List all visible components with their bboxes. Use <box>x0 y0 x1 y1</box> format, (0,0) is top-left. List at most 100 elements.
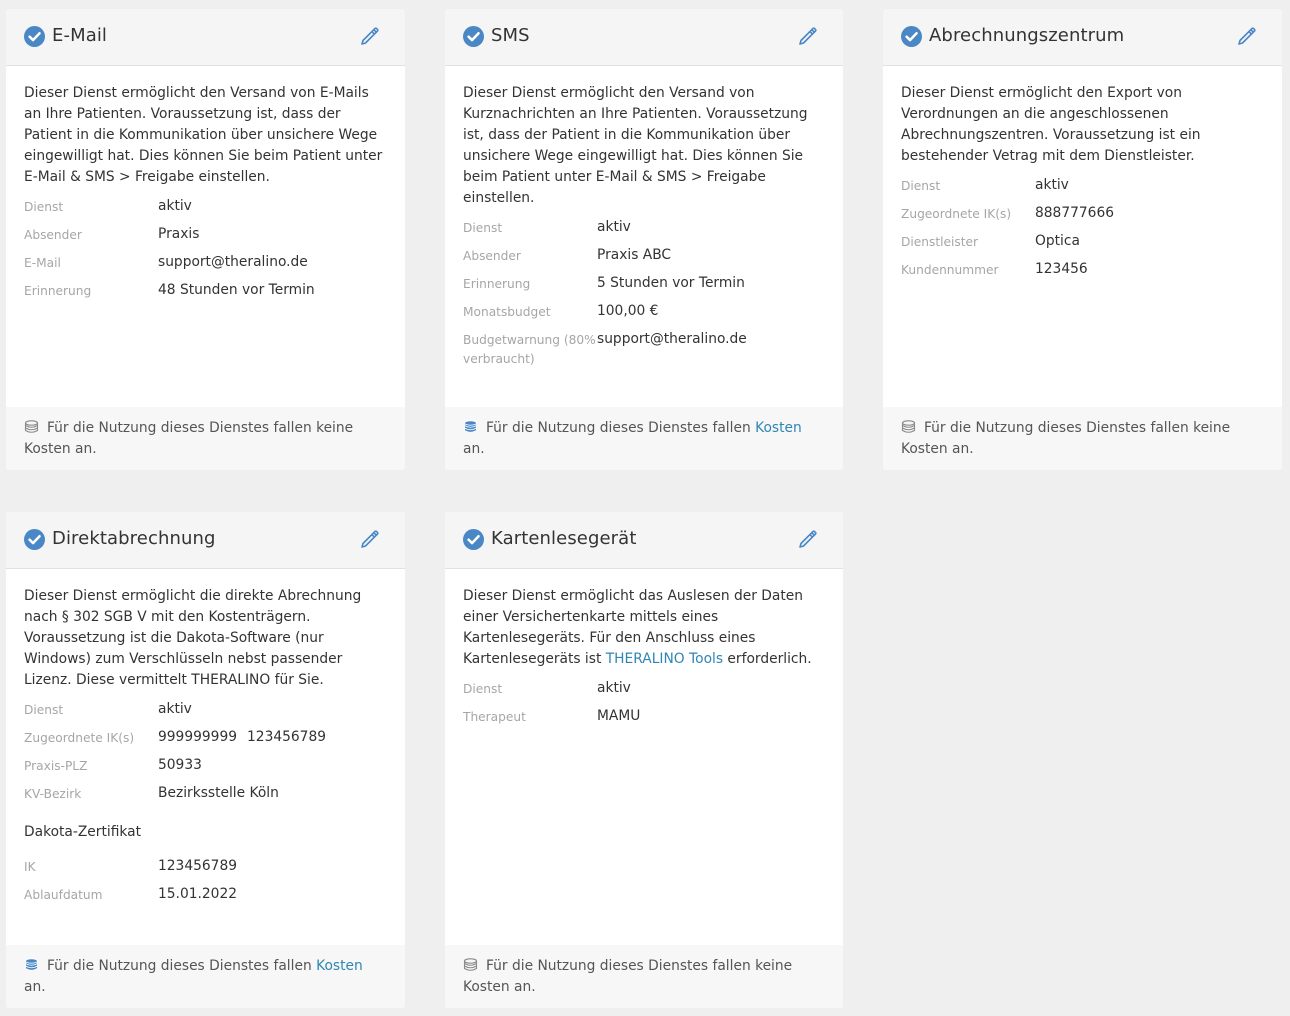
property-value: Optica <box>1035 233 1080 249</box>
check-circle-icon <box>901 26 922 47</box>
property-label: E-Mail <box>24 256 61 270</box>
property-value: aktiv <box>1035 177 1069 193</box>
property-row: Absender Praxis <box>24 224 387 245</box>
property-value: Praxis <box>158 226 200 242</box>
property-list: Dienst aktiv Absender Praxis E-Mail support… <box>24 196 387 301</box>
card-body: Dieser Dienst ermöglicht den Versand von… <box>6 66 405 301</box>
card-body: Dieser Dienst ermöglicht die direkte Abr… <box>6 569 405 905</box>
property-label: Budgetwarnung (80% verbraucht) <box>463 333 596 366</box>
property-row: Dienst aktiv <box>24 196 387 217</box>
property-label: Praxis-PLZ <box>24 759 88 773</box>
property-label: Dienst <box>463 221 503 235</box>
service-card-email: E-Mail Dieser Dienst ermöglicht den Vers… <box>6 9 405 470</box>
check-circle-icon <box>24 529 45 550</box>
service-card-abrechnungszentrum: Abrechnungszentrum Dieser Dienst ermögli… <box>883 9 1282 470</box>
cost-footer: Für die Nutzung dieses Dienstes fallen K… <box>6 945 405 1008</box>
property-row: Praxis-PLZ 50933 <box>24 755 387 776</box>
property-row: Budgetwarnung (80% verbraucht) support@th… <box>463 329 825 369</box>
property-value: 123456789 <box>158 858 238 874</box>
service-description: Dieser Dienst ermöglicht das Auslesen de… <box>463 586 825 670</box>
card-title: E-Mail <box>52 25 108 46</box>
property-label: Dienstleister <box>901 235 979 249</box>
property-row: Dienst aktiv <box>24 699 387 720</box>
service-description: Dieser Dienst ermöglicht den Export von … <box>901 85 1201 164</box>
property-label: Dienst <box>24 200 64 214</box>
service-description: Dieser Dienst ermöglicht den Versand von… <box>24 85 383 185</box>
card-header: E-Mail <box>6 9 405 66</box>
property-value: aktiv <box>158 198 192 214</box>
property-label: Absender <box>24 228 82 242</box>
cost-footer: Für die Nutzung dieses Dienstes fallen k… <box>883 407 1282 470</box>
certificate-property-list: IK 123456789 Ablaufdatum 15.01.2022 <box>24 856 387 905</box>
card-header: Direktabrechnung <box>6 512 405 569</box>
edit-pencil-icon[interactable] <box>359 528 381 550</box>
card-header: Abrechnungszentrum <box>883 9 1282 66</box>
property-row: Zugeordnete IK(s) 888777666 <box>901 203 1264 224</box>
property-row: KV-Bezirk Bezirksstelle Köln <box>24 783 387 804</box>
check-circle-icon <box>24 26 45 47</box>
service-card-direktabrechnung: Direktabrechnung Dieser Dienst ermöglich… <box>6 512 405 1008</box>
theralino-tools-link[interactable]: THERALINO Tools <box>606 651 723 667</box>
edit-pencil-icon[interactable] <box>797 528 819 550</box>
property-value: 15.01.2022 <box>158 886 237 902</box>
ik-value: 123456789 <box>247 729 327 745</box>
property-row: Zugeordnete IK(s) 999999999 123456789 <box>24 727 387 748</box>
property-label: Absender <box>463 249 521 263</box>
card-title: Abrechnungszentrum <box>929 25 1125 46</box>
edit-pencil-icon[interactable] <box>359 25 381 47</box>
property-label: Dienst <box>463 682 503 696</box>
property-row: Dienst aktiv <box>463 678 825 699</box>
card-body: Dieser Dienst ermöglicht das Auslesen de… <box>445 569 843 727</box>
edit-pencil-icon[interactable] <box>797 25 819 47</box>
property-label: Erinnerung <box>463 277 531 291</box>
costs-link[interactable]: Kosten <box>316 958 363 974</box>
property-row: Erinnerung 48 Stunden vor Termin <box>24 280 387 301</box>
property-label: Kundennummer <box>901 263 999 277</box>
property-value: 123456 <box>1035 261 1088 277</box>
cost-text: Für die Nutzung dieses Dienstes fallen <box>47 958 317 974</box>
property-value: 48 Stunden vor Termin <box>158 282 315 298</box>
coins-icon <box>24 420 39 433</box>
card-body: Dieser Dienst ermöglicht den Versand von… <box>445 66 843 369</box>
service-description: Dieser Dienst ermöglicht die direkte Abr… <box>24 588 362 688</box>
property-label: Monatsbudget <box>463 305 551 319</box>
cost-footer: Für die Nutzung dieses Dienstes fallen k… <box>445 945 843 1008</box>
cost-footer: Für die Nutzung dieses Dienstes fallen k… <box>6 407 405 470</box>
service-description: Dieser Dienst ermöglicht den Versand von… <box>463 85 808 206</box>
property-list: Dienst aktiv Zugeordnete IK(s) 888777666 D… <box>901 175 1264 280</box>
description-text-end: erforderlich. <box>723 651 812 667</box>
property-label: Dienst <box>24 703 64 717</box>
property-row: Kundennummer 123456 <box>901 259 1264 280</box>
cost-text: Für die Nutzung dieses Dienstes fallen <box>486 420 756 436</box>
property-row: Absender Praxis ABC <box>463 245 825 266</box>
property-label: KV-Bezirk <box>24 787 82 801</box>
property-row: Monatsbudget 100,00 € <box>463 301 825 322</box>
edit-pencil-icon[interactable] <box>1236 25 1258 47</box>
property-label: Therapeut <box>463 710 526 724</box>
property-value: Bezirksstelle Köln <box>158 785 279 801</box>
property-label: Zugeordnete IK(s) <box>901 207 1012 221</box>
ik-value: 999999999 <box>158 729 238 745</box>
section-title: Dakota-Zertifikat <box>24 824 142 840</box>
property-label: Dienst <box>901 179 941 193</box>
coins-icon <box>24 958 39 971</box>
property-row: IK 123456789 <box>24 856 387 877</box>
property-value: aktiv <box>597 219 631 235</box>
property-list: Dienst aktiv Zugeordnete IK(s) 999999999 12… <box>24 699 387 804</box>
property-label: Erinnerung <box>24 284 92 298</box>
property-row: Dienstleister Optica <box>901 231 1264 252</box>
property-value: 999999999 123456789 <box>158 727 326 748</box>
service-card-sms: SMS Dieser Dienst ermöglicht den Versand… <box>445 9 843 470</box>
property-row: Therapeut MAMU <box>463 706 825 727</box>
property-row: Dienst aktiv <box>463 217 825 238</box>
coins-icon <box>463 958 478 971</box>
property-value: support@theralino.de <box>597 331 747 347</box>
property-value: support@theralino.de <box>158 254 308 270</box>
property-value: 888777666 <box>1035 205 1115 221</box>
card-header: Kartenlesegerät <box>445 512 843 569</box>
card-title: Kartenlesegerät <box>491 528 637 549</box>
check-circle-icon <box>463 26 484 47</box>
costs-link[interactable]: Kosten <box>755 420 802 436</box>
coins-icon <box>463 420 478 433</box>
card-body: Dieser Dienst ermöglicht den Export von … <box>883 66 1282 280</box>
